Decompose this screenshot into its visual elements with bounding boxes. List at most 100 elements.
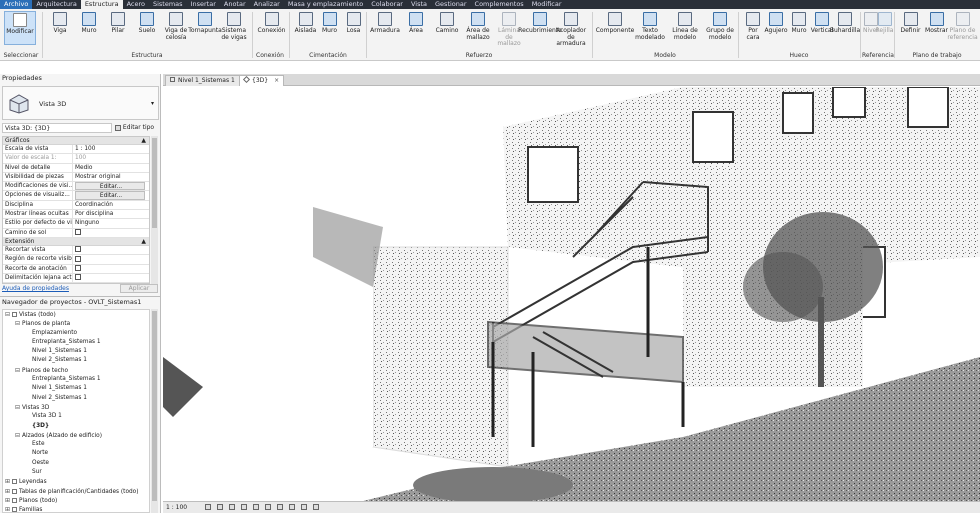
collapse-icon[interactable]: ⊟	[5, 310, 12, 319]
section-extents[interactable]: Extensión ▲	[3, 237, 149, 246]
property-row[interactable]: Región de recorte visible	[3, 255, 149, 265]
modelo-componente-button[interactable]: Componente	[596, 12, 634, 35]
menu-gestionar[interactable]: Gestionar	[431, 0, 471, 9]
reveal-hidden-icon[interactable]	[313, 504, 319, 510]
menu-arquitectura[interactable]: Arquitectura	[32, 0, 81, 9]
menu-archivo[interactable]: Archivo	[0, 0, 33, 9]
property-row[interactable]: Estilo por defecto de vi... Ninguno	[3, 219, 149, 229]
checkbox[interactable]	[75, 246, 81, 253]
tree-item[interactable]: ⊟ Planos de planta	[3, 319, 149, 328]
property-checkbox[interactable]	[73, 265, 149, 273]
type-selector[interactable]: Vista 3D ▾	[2, 86, 159, 120]
modelo-linea-de-modelo-button[interactable]: Línea de modelo	[668, 12, 702, 41]
tab-3d[interactable]: {3D} ×	[239, 75, 285, 86]
property-row[interactable]: Recorte de anotación	[3, 264, 149, 274]
estructura-sistema-de-vigas-button[interactable]: Sistema de vigas	[220, 12, 248, 41]
scroll-thumb[interactable]	[152, 138, 157, 228]
view-scale[interactable]: 1 : 100	[166, 502, 187, 513]
estructura-pilar-button[interactable]: Pilar	[104, 12, 132, 35]
refuerzo-recubrimiento-button[interactable]: Recubrimiento	[518, 12, 562, 35]
refuerzo-acoplador-de-armadura-button[interactable]: Acoplador de armadura	[556, 12, 586, 48]
tree-item[interactable]: Nivel 1_Sistemas 1	[3, 384, 149, 393]
menu-anotar[interactable]: Anotar	[220, 0, 250, 9]
menu-analizar[interactable]: Analizar	[250, 0, 284, 9]
menu-estructura[interactable]: Estructura	[80, 0, 123, 9]
property-row[interactable]: Visibilidad de piezas Mostrar original	[3, 172, 149, 183]
collapse-icon[interactable]: ⊟	[15, 366, 22, 375]
tree-item[interactable]: Nivel 2_Sistemas 1	[3, 356, 149, 365]
edit-type-button[interactable]: Editar tipo	[115, 123, 159, 133]
menu-vista[interactable]: Vista	[407, 0, 431, 9]
visual-style-icon[interactable]	[217, 504, 223, 510]
cimentacion-muro-button[interactable]: Muro	[318, 12, 341, 35]
refuerzo-armadura-button[interactable]: Armadura	[370, 12, 400, 35]
estructura-tornapunta-button[interactable]: Tornapunta	[188, 12, 222, 35]
hueco-por-cara-button[interactable]: Por cara	[742, 12, 764, 41]
tree-item[interactable]: ⊟ Alzados (Alzado de edificio)	[3, 431, 149, 440]
menu-complementos[interactable]: Complementos	[471, 0, 528, 9]
property-row[interactable]: Delimitación lejana act...	[3, 273, 149, 283]
properties-scrollbar[interactable]	[151, 136, 158, 284]
tree-item[interactable]: Nivel 2_Sistemas 1	[3, 394, 149, 403]
tree-item[interactable]: ⊞ Leyendas	[3, 477, 149, 486]
crop-view-icon[interactable]	[265, 504, 271, 510]
scroll-thumb[interactable]	[152, 311, 157, 501]
tree-item[interactable]: Este	[3, 440, 149, 449]
estructura-muro-button[interactable]: Muro	[75, 12, 103, 35]
checkbox[interactable]	[75, 274, 81, 281]
properties-help-link[interactable]: Ayuda de propiedades	[2, 285, 69, 292]
tree-item[interactable]: ⊟ Planos de techo	[3, 366, 149, 375]
property-row[interactable]: Valor de escala 1: 100	[3, 154, 149, 164]
tree-item[interactable]: Nivel 1_Sistemas 1	[3, 347, 149, 356]
property-checkbox[interactable]	[73, 229, 149, 237]
sun-path-icon[interactable]	[229, 504, 235, 510]
menu-masa-y-emplazamiento[interactable]: Masa y emplazamiento	[284, 0, 367, 9]
shadows-icon[interactable]	[241, 504, 247, 510]
property-checkbox[interactable]	[73, 255, 149, 263]
refuerzo-area-de-mallazo-button[interactable]: Área de mallazo	[463, 12, 493, 41]
expand-icon[interactable]: ⊞	[5, 487, 12, 496]
show-crop-icon[interactable]	[277, 504, 283, 510]
estructura-viga-button[interactable]: Viga	[46, 12, 74, 35]
collapse-icon[interactable]: ⊟	[15, 431, 22, 440]
tree-item[interactable]: Sur	[3, 468, 149, 477]
menu-modificar[interactable]: Modificar	[528, 0, 566, 9]
referencia-rejilla-button[interactable]: Rejilla	[876, 12, 893, 35]
menu-sistemas[interactable]: Sistemas	[149, 0, 187, 9]
tree-item[interactable]: ⊞ Tablas de planificación/Cantidades (tod…	[3, 487, 149, 496]
hueco-buhardilla-button[interactable]: Buhardilla	[830, 12, 860, 35]
property-row[interactable]: Disciplina Coordinación	[3, 200, 149, 211]
tree-item[interactable]: Norte	[3, 449, 149, 458]
browser-scrollbar[interactable]	[151, 309, 158, 513]
close-icon[interactable]: ×	[274, 77, 279, 84]
plano-mostrar-button[interactable]: Mostrar	[924, 12, 949, 35]
collapse-icon[interactable]: ⊟	[15, 319, 22, 328]
instance-filter-select[interactable]: Vista 3D: {3D}	[2, 123, 112, 133]
render-icon[interactable]	[253, 504, 259, 510]
tree-item[interactable]: ⊞ Planos (todo)	[3, 496, 149, 505]
property-row[interactable]: Recortar vista	[3, 245, 149, 256]
hueco-agujero-button[interactable]: Agujero	[764, 12, 788, 35]
apply-button[interactable]: Aplicar	[120, 284, 158, 293]
tree-item[interactable]: Oeste	[3, 459, 149, 468]
detail-level-icon[interactable]	[205, 504, 211, 510]
edit-button[interactable]: Editar...	[75, 191, 145, 200]
property-row[interactable]: Escala de vista 1 : 100	[3, 145, 149, 155]
cimentacion-losa-button[interactable]: Losa	[342, 12, 365, 35]
property-checkbox[interactable]	[73, 274, 149, 282]
tree-item[interactable]: ⊟ Vistas 3D	[3, 403, 149, 412]
section-graphics[interactable]: Gráficos ▲	[3, 137, 149, 145]
refuerzo-camino-button[interactable]: Camino	[432, 12, 462, 35]
hide-isolate-icon[interactable]	[301, 504, 307, 510]
property-row[interactable]: Mostrar líneas ocultas Por disciplina	[3, 210, 149, 220]
lock-view-icon[interactable]	[289, 504, 295, 510]
tab-nivel-1[interactable]: Nivel 1_Sistemas 1×	[165, 75, 251, 86]
menu-insertar[interactable]: Insertar	[187, 0, 220, 9]
expand-icon[interactable]: ⊞	[5, 505, 12, 512]
refuerzo-area-button[interactable]: Área	[401, 12, 431, 35]
modify-button[interactable]: Modificar	[4, 11, 36, 45]
tree-item[interactable]: Entreplanta_Sistemas 1	[3, 375, 149, 384]
property-checkbox[interactable]	[73, 246, 149, 254]
tree-item[interactable]: Vista 3D 1	[3, 412, 149, 421]
conexion-conexion-button[interactable]: Conexión	[258, 12, 285, 35]
